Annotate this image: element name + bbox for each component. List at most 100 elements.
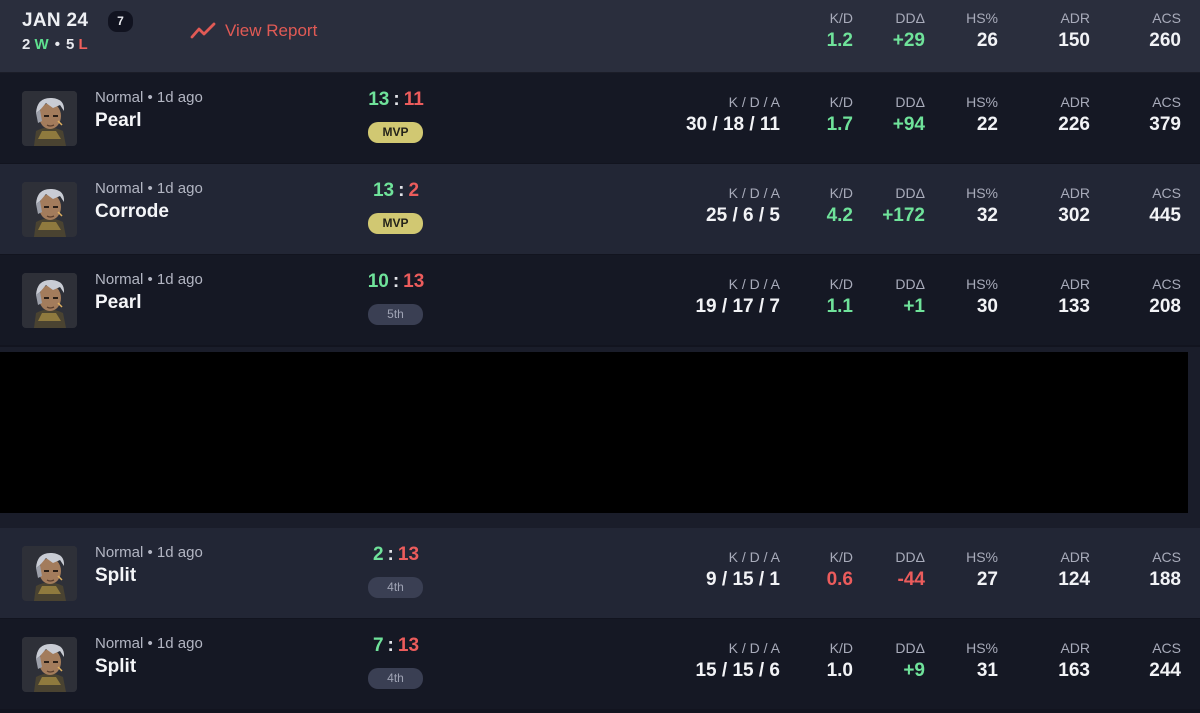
match-row[interactable]: Normal • 1d ago Corrode 13:2 MVP K / D /… xyxy=(0,164,1200,254)
stat-label: DDΔ xyxy=(895,640,925,656)
stat-label: ACS xyxy=(1152,185,1181,201)
stat-label: ACS xyxy=(1152,276,1181,292)
stat-value: 30 xyxy=(976,296,998,317)
agent-portrait-icon xyxy=(22,637,77,692)
score-separator: : xyxy=(398,180,405,201)
stat-label: K / D / A xyxy=(728,185,780,201)
stat-label: K / D / A xyxy=(728,276,780,292)
mvp-badge: MVP xyxy=(368,213,423,234)
view-report-link[interactable]: View Report xyxy=(190,21,317,41)
score-separator: : xyxy=(387,544,394,565)
map-name: Pearl xyxy=(95,110,142,131)
map-name: Pearl xyxy=(95,292,142,313)
stat-acs: ACS 379 xyxy=(1149,94,1181,136)
redacted-block xyxy=(0,352,1188,513)
enemy-score: 13 xyxy=(403,271,425,292)
match-mode: Normal • 1d ago xyxy=(95,271,203,288)
stat-value: 1.2 xyxy=(826,30,853,51)
stat-dd: DDΔ +1 xyxy=(895,276,925,318)
stat-label: K/D xyxy=(829,549,853,565)
match-meta: Normal • 1d ago Split xyxy=(95,544,203,587)
stat-value: 302 xyxy=(1058,205,1090,226)
stat-hs: HS% 30 xyxy=(966,276,998,318)
team-score: 13 xyxy=(368,89,390,110)
match-meta: Normal • 1d ago Pearl xyxy=(95,271,203,314)
stat-dd: DDΔ -44 xyxy=(895,549,925,591)
stat-value: 15 / 15 / 6 xyxy=(695,660,780,681)
match-meta: Normal • 1d ago Split xyxy=(95,635,203,678)
agent-portrait-icon xyxy=(22,546,77,601)
map-name: Split xyxy=(95,565,137,586)
stat-kd: K/D 1.0 xyxy=(827,640,853,682)
agent-portrait-icon xyxy=(22,273,77,328)
match-count-badge: 7 xyxy=(108,11,133,32)
stat-label: ADR xyxy=(1060,185,1090,201)
placement-badge: 5th xyxy=(368,304,423,325)
stat-value: 188 xyxy=(1149,569,1181,590)
stat-value: -44 xyxy=(897,569,925,590)
stat-hs: HS% 31 xyxy=(966,640,998,682)
stat-hs: HS% 22 xyxy=(966,94,998,136)
header-stat-kd: K/D 1.2 xyxy=(827,10,853,52)
stat-value: 25 / 6 / 5 xyxy=(706,205,780,226)
stat-kd: K/D 1.7 xyxy=(827,94,853,136)
match-meta: Normal • 1d ago Corrode xyxy=(95,180,203,223)
stat-hs: HS% 27 xyxy=(966,549,998,591)
wins-letter: W xyxy=(34,36,49,53)
stat-label: K/D xyxy=(829,185,853,201)
match-row[interactable]: Normal • 1d ago Split 7:13 4th K / D / A… xyxy=(0,619,1200,709)
stat-kda: K / D / A 9 / 15 / 1 xyxy=(706,549,780,591)
score-separator: : xyxy=(387,635,394,656)
stat-dd: DDΔ +172 xyxy=(882,185,925,227)
stat-kd: K/D 1.1 xyxy=(827,276,853,318)
stat-value: 4.2 xyxy=(826,205,853,226)
match-mode: Normal • 1d ago xyxy=(95,180,203,197)
stat-kda: K / D / A 25 / 6 / 5 xyxy=(706,185,780,227)
match-mode: Normal • 1d ago xyxy=(95,635,203,652)
team-score: 10 xyxy=(367,271,389,292)
match-row[interactable]: Normal • 1d ago Pearl 10:13 5th K / D / … xyxy=(0,255,1200,345)
trend-line-icon xyxy=(190,22,216,39)
stat-label: DDΔ xyxy=(895,276,925,292)
map-name: Split xyxy=(95,656,137,677)
enemy-score: 11 xyxy=(403,89,424,110)
stat-label: K / D / A xyxy=(728,640,780,656)
stat-value: 0.6 xyxy=(826,569,853,590)
view-report-label: View Report xyxy=(225,21,318,40)
stat-value: +1 xyxy=(903,296,925,317)
stat-label: DDΔ xyxy=(895,10,925,26)
stat-value: 1.0 xyxy=(826,660,853,681)
stat-label: ACS xyxy=(1152,10,1181,26)
stat-value: +29 xyxy=(892,30,925,51)
score-separator: : xyxy=(393,89,400,110)
losses-count: 5 xyxy=(65,36,75,53)
stat-adr: ADR 133 xyxy=(1058,276,1090,318)
win-loss-record: 2 W • 5 L xyxy=(22,36,88,53)
stat-value: 150 xyxy=(1058,30,1090,51)
match-score: 13:2 xyxy=(360,180,432,202)
stat-label: HS% xyxy=(966,10,998,26)
enemy-score: 2 xyxy=(408,180,420,201)
stat-label: HS% xyxy=(966,640,998,656)
stat-value: 27 xyxy=(976,569,998,590)
match-row[interactable]: Normal • 1d ago Split 2:13 4th K / D / A… xyxy=(0,528,1200,618)
enemy-score: 13 xyxy=(397,544,420,565)
stat-value: 1.1 xyxy=(826,296,853,317)
header-stat-adr: ADR 150 xyxy=(1058,10,1090,52)
stat-hs: HS% 32 xyxy=(966,185,998,227)
match-mode: Normal • 1d ago xyxy=(95,544,203,561)
stat-value: 124 xyxy=(1058,569,1090,590)
stat-label: DDΔ xyxy=(895,185,925,201)
stat-value: 226 xyxy=(1058,114,1090,135)
stat-value: +9 xyxy=(903,660,925,681)
stat-value: 163 xyxy=(1058,660,1090,681)
match-score: 2:13 xyxy=(360,544,432,566)
stat-value: 19 / 17 / 7 xyxy=(695,296,780,317)
stat-label: HS% xyxy=(966,276,998,292)
match-mode: Normal • 1d ago xyxy=(95,89,203,106)
stat-adr: ADR 163 xyxy=(1058,640,1090,682)
stat-value: 9 / 15 / 1 xyxy=(706,569,780,590)
stat-label: K / D / A xyxy=(728,549,780,565)
stat-acs: ACS 445 xyxy=(1149,185,1181,227)
match-row[interactable]: Normal • 1d ago Pearl 13:11 MVP K / D / … xyxy=(0,73,1200,163)
